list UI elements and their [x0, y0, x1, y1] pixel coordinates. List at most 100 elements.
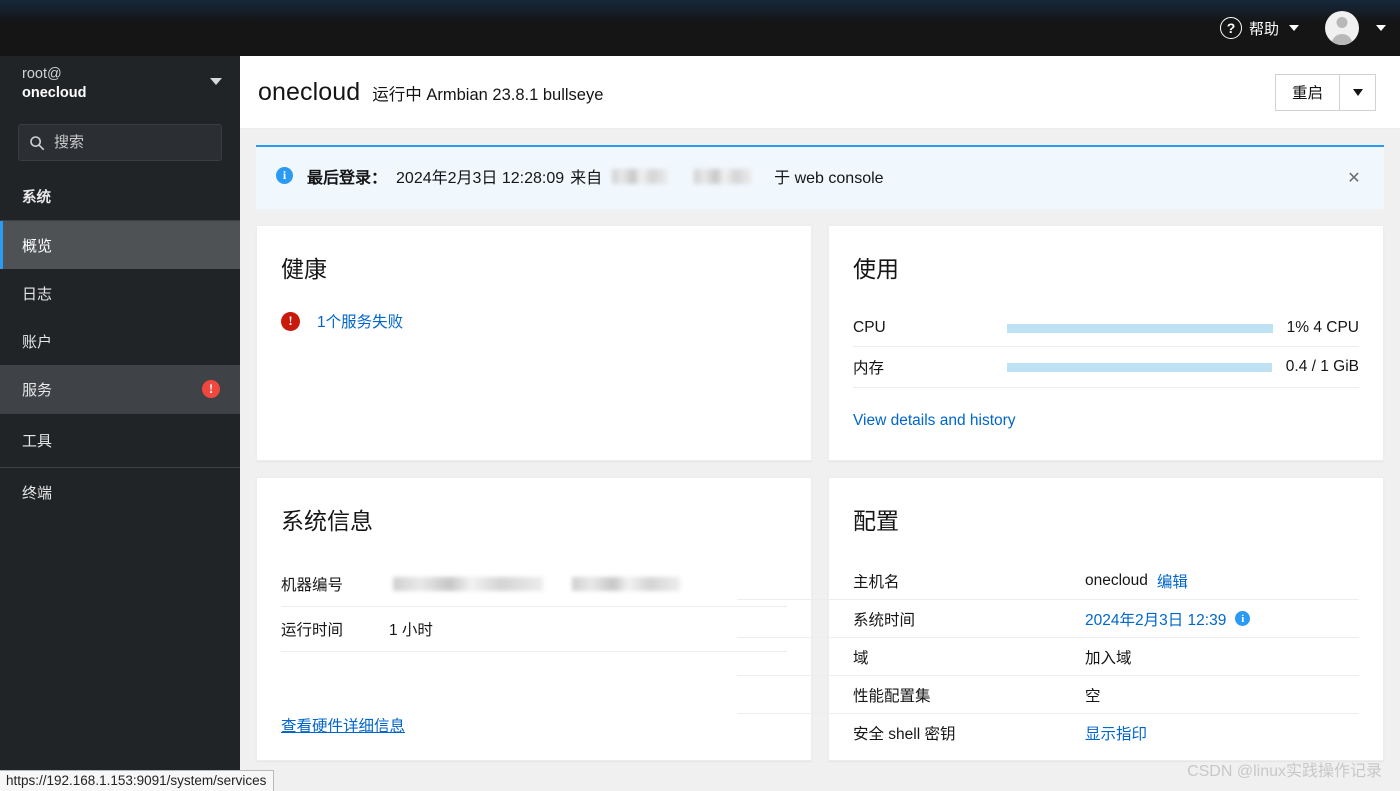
system-info-row-uptime: 运行时间 1 小时 [281, 607, 787, 652]
alert-message: 最后登录： 2024年2月3日 12:28:09 来自 于 web consol… [307, 164, 884, 188]
sidebar-item-terminal[interactable]: 终端 [0, 468, 240, 516]
usage-row-memory: 内存 0.4 / 1 GiB [853, 347, 1359, 388]
main-content: onecloud 运行中 Armbian 23.8.1 bullseye 重启 … [240, 56, 1400, 791]
sidebar-group-system: 系统 [22, 190, 51, 206]
page-title-group: onecloud 运行中 Armbian 23.8.1 bullseye [258, 78, 603, 107]
config-row-domain: 域 加入域 [737, 638, 1359, 676]
info-circle-icon: i [1235, 611, 1251, 626]
alert-datetime: 2024年2月3日 12:28:09 [396, 170, 565, 187]
sidebar-item-services[interactable]: 服务 ! [0, 365, 240, 413]
card-title: 使用 [853, 256, 899, 282]
sidebar-item-logs[interactable]: 日志 [0, 269, 240, 317]
alert-label: 最后登录： [307, 170, 388, 187]
info-key: 运行时间 [281, 622, 344, 639]
usage-label: CPU [853, 319, 886, 336]
info-value: 空 [1085, 687, 1101, 705]
show-fingerprints-link[interactable]: 显示指印 [1085, 722, 1147, 744]
sidebar-item-label: 账户 [22, 333, 53, 351]
overview-card-grid: 健康 ! 1个服务失败 使用 CPU 1% 4 CPU 内存 0.4 / 1 G… [256, 225, 1384, 761]
usage-row-cpu: CPU 1% 4 CPU [853, 310, 1359, 347]
restart-button-group: 重启 [1274, 73, 1376, 111]
info-key: 主机名 [853, 573, 900, 591]
info-key: 安全 shell 密钥 [853, 726, 956, 743]
usage-value: 0.4 / 1 GiB [1285, 358, 1359, 375]
config-row-performance-profile: 性能配置集 空 [737, 676, 1359, 714]
cpu-usage-bar [1007, 323, 1273, 333]
restart-dropdown-toggle[interactable] [1340, 73, 1376, 111]
close-icon[interactable]: ✕ [1340, 164, 1368, 192]
error-circle-icon: ! [281, 311, 300, 331]
sidebar-item-overview[interactable]: 概览 [0, 221, 240, 269]
body-wrapper: root@ onecloud 系统 概览 [0, 56, 1400, 791]
help-menu-button[interactable]: ? 帮助 [1219, 17, 1299, 39]
restart-button[interactable]: 重启 [1274, 73, 1340, 111]
host-name: onecloud [22, 85, 87, 101]
sidebar-item-label: 日志 [22, 285, 53, 303]
user-menu-button[interactable] [1325, 11, 1386, 45]
card-spacer [281, 652, 787, 714]
host-user: root@ [22, 66, 62, 83]
card-title: 系统信息 [281, 508, 373, 534]
search-box[interactable] [18, 124, 222, 161]
system-time-link[interactable]: 2024年2月3日 12:39 [1085, 608, 1226, 630]
last-login-alert: i 最后登录： 2024年2月3日 12:28:09 来自 于 web cons… [256, 145, 1384, 209]
sidebar-group-tools[interactable]: 工具 [0, 414, 240, 467]
page-header: onecloud 运行中 Armbian 23.8.1 bullseye 重启 [240, 56, 1400, 129]
redacted-machine-id-2 [572, 577, 680, 591]
system-information-card: 系统信息 机器编号 运行时间 1 小时 查看硬件详细信息 [256, 477, 812, 761]
sidebar-item-accounts[interactable]: 账户 [0, 317, 240, 365]
search-input[interactable] [54, 134, 211, 151]
health-card: 健康 ! 1个服务失败 [256, 225, 812, 461]
memory-usage-bar [1007, 362, 1272, 372]
avatar-icon [1325, 11, 1359, 45]
alert-at-word: 于 web console [774, 170, 884, 187]
config-row-system-time: 系统时间 2024年2月3日 12:39 i [737, 600, 1359, 638]
redacted-host-2 [694, 168, 753, 184]
system-state-text: 运行中 Armbian 23.8.1 bullseye [372, 85, 604, 104]
configuration-card: 配置 主机名 onecloud 编辑 系统时间 2024年2月3日 12:39 … [737, 477, 1384, 761]
alert-from-word: 来自 [570, 170, 603, 187]
status-badge: ! [202, 380, 220, 398]
browser-status-bar: https://192.168.1.153:9091/system/servic… [0, 770, 275, 791]
sidebar-search-wrapper [0, 112, 240, 175]
info-key: 系统时间 [853, 611, 916, 629]
question-circle-icon: ? [1219, 17, 1242, 39]
info-circle-icon: i [276, 167, 293, 184]
system-info-row-machine-id: 机器编号 [281, 562, 787, 607]
usage-footer: View details and history [853, 412, 1359, 430]
view-details-history-link[interactable]: View details and history [853, 412, 1016, 429]
failed-services-link[interactable]: 1个服务失败 [317, 310, 403, 332]
card-title: 健康 [281, 256, 327, 282]
sidebar-item-label: 概览 [22, 237, 53, 255]
info-value: 加入域 [1085, 646, 1132, 668]
masthead: ? 帮助 [0, 0, 1400, 56]
page-title: onecloud [258, 77, 361, 106]
info-value: 1 小时 [389, 622, 433, 639]
system-info-footer: 查看硬件详细信息 [281, 714, 787, 736]
sidebar-item-label: 终端 [22, 484, 53, 502]
sidebar-item-label: 服务 [22, 381, 53, 399]
usage-value: 1% 4 CPU [1286, 319, 1359, 336]
chevron-down-icon [1289, 25, 1299, 31]
health-status-row: ! 1个服务失败 [281, 310, 787, 332]
card-title: 配置 [853, 508, 899, 534]
host-switcher-text: root@ onecloud [22, 65, 86, 102]
host-switcher-button[interactable]: root@ onecloud [0, 56, 240, 112]
redacted-machine-id-1 [393, 577, 543, 591]
join-domain-text[interactable]: 加入域 [1085, 646, 1132, 668]
config-row-hostname: 主机名 onecloud 编辑 [737, 562, 1359, 600]
hostname-value: onecloud [1085, 571, 1148, 589]
usage-card: 使用 CPU 1% 4 CPU 内存 0.4 / 1 GiB View deta… [828, 225, 1384, 461]
info-key: 域 [853, 649, 869, 667]
info-value: onecloud 编辑 [1085, 570, 1188, 592]
content-area: i 最后登录： 2024年2月3日 12:28:09 来自 于 web cons… [240, 129, 1400, 791]
edit-hostname-link[interactable]: 编辑 [1157, 570, 1188, 592]
chevron-down-icon [210, 78, 222, 85]
hardware-details-link[interactable]: 查看硬件详细信息 [281, 718, 405, 735]
config-row-ssh-keys: 安全 shell 密钥 显示指印 [737, 714, 1359, 752]
info-key: 性能配置集 [853, 687, 931, 705]
info-key: 机器编号 [281, 577, 344, 594]
sidebar: root@ onecloud 系统 概览 [0, 56, 240, 791]
info-value [389, 577, 684, 591]
cockpit-web-console: ? 帮助 root@ onecloud 搜索 系统 概览 日志 账户 服务 ! … [0, 0, 1400, 791]
